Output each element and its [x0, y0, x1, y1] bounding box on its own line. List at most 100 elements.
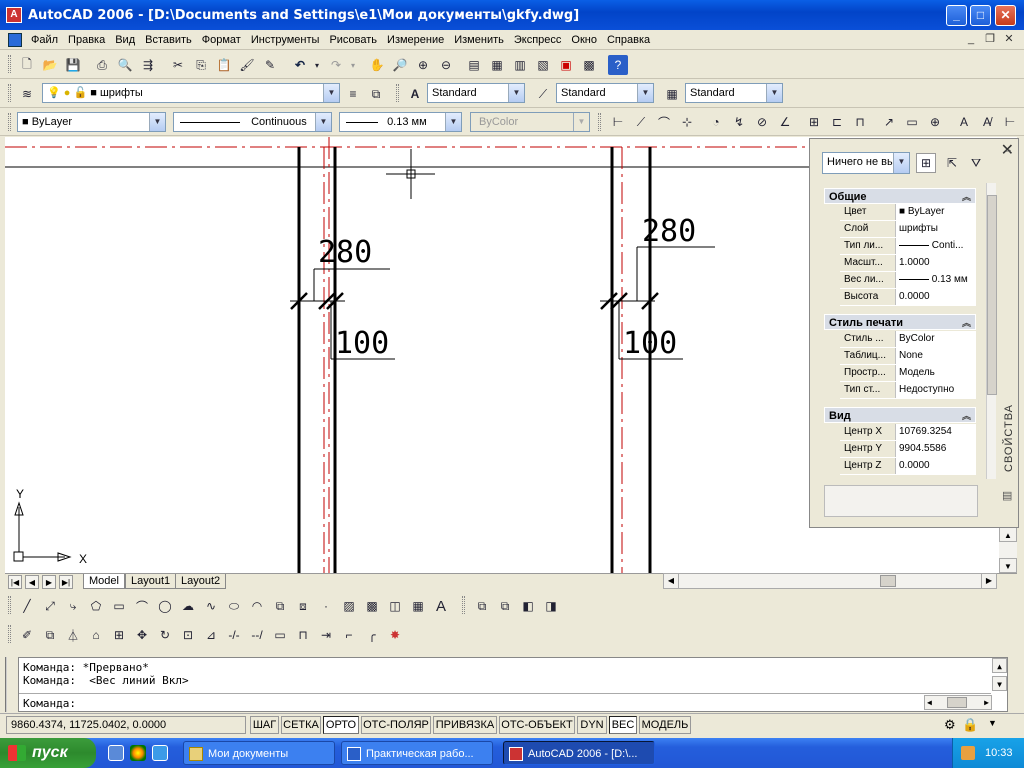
prop-value[interactable]: 0.0000 — [895, 289, 976, 305]
toolbar-grip[interactable] — [8, 596, 11, 614]
polygon-icon[interactable]: ⬠ — [86, 596, 106, 616]
line-icon[interactable]: ╱ — [17, 596, 37, 616]
spline-icon[interactable]: ∿ — [201, 596, 221, 616]
toolbar-grip[interactable] — [462, 596, 465, 614]
doc-close-button[interactable]: ✕ — [1000, 32, 1018, 47]
toolbar-grip[interactable] — [396, 84, 399, 102]
dim-style-icon[interactable]: ⟋ — [533, 84, 553, 104]
command-window-grip[interactable] — [5, 657, 15, 712]
jogged-dim-icon[interactable]: ↯ — [729, 112, 749, 132]
selection-select[interactable]: Ничего не вы ▼ — [822, 152, 910, 174]
toolbar-grip[interactable] — [8, 625, 11, 643]
scroll-right-icon[interactable]: ▶ — [984, 696, 989, 709]
command-scroll-down-icon[interactable]: ▼ — [992, 676, 1007, 691]
section-general[interactable]: Общие ︽ — [824, 188, 976, 204]
sheet-set-icon[interactable]: ▧ — [533, 55, 553, 75]
command-hscroll[interactable]: ◀ ▶ — [924, 695, 992, 710]
prop-value[interactable]: 1.0000 — [895, 255, 976, 271]
text-style-icon[interactable]: A — [405, 84, 425, 104]
multiline-text-icon[interactable]: A — [431, 596, 451, 616]
bring-above-icon[interactable]: ◧ — [518, 596, 538, 616]
toolbar-grip[interactable] — [8, 84, 11, 102]
snap-toggle[interactable]: ШАГ — [250, 716, 279, 734]
menu-edit[interactable]: Правка — [63, 34, 110, 46]
communication-center-icon[interactable]: ⚙ — [944, 717, 956, 733]
network-icon[interactable] — [961, 746, 975, 760]
menu-dimension[interactable]: Измерение — [382, 34, 449, 46]
last-tab-icon[interactable]: ▶| — [59, 575, 73, 589]
dim-style-select[interactable]: Standard ▼ — [556, 83, 654, 103]
prop-row[interactable]: Тип ст... Недоступно — [840, 382, 976, 399]
table-icon[interactable]: ▦ — [408, 596, 428, 616]
center-mark-icon[interactable]: ⊕ — [925, 112, 945, 132]
collapse-icon[interactable]: ︽ — [962, 408, 971, 424]
linear-dim-icon[interactable]: ⊢ — [608, 112, 628, 132]
scroll-up-icon[interactable]: ▲ — [999, 527, 1017, 542]
tab-layout1[interactable]: Layout1 — [125, 574, 177, 589]
toolbar-grip[interactable] — [598, 113, 601, 131]
menu-tools[interactable]: Инструменты — [246, 34, 325, 46]
quick-select-icon[interactable]: ⛛ — [966, 153, 986, 173]
diameter-dim-icon[interactable]: ⊘ — [752, 112, 772, 132]
break-icon[interactable]: ⊓ — [293, 625, 313, 645]
lineweight-toggle[interactable]: ВЕС — [609, 716, 637, 734]
prop-row[interactable]: Высота 0.0000 — [840, 289, 976, 306]
scroll-thumb[interactable] — [947, 697, 967, 708]
menu-help[interactable]: Справка — [602, 34, 655, 46]
prop-row[interactable]: Цвет ■ ByLayer — [840, 204, 976, 221]
linetype-select[interactable]: Continuous ▼ — [173, 112, 332, 132]
prop-row[interactable]: Стиль ... ByColor — [840, 331, 976, 348]
help-icon[interactable]: ? — [608, 55, 628, 75]
maximize-button[interactable]: □ — [970, 5, 991, 26]
redo-dropdown-icon[interactable]: ▾ — [343, 55, 363, 75]
prop-value[interactable]: ByColor — [895, 331, 976, 347]
lock-toolbars-icon[interactable]: 🔒 — [962, 717, 978, 733]
prop-value[interactable]: 0.13 мм — [895, 272, 976, 288]
extend-icon[interactable]: --/ — [247, 625, 267, 645]
ellipse-arc-icon[interactable]: ◠ — [247, 596, 267, 616]
prop-value[interactable]: Conti... — [895, 238, 976, 254]
make-block-icon[interactable]: ⧈ — [293, 596, 313, 616]
ordinate-dim-icon[interactable]: ⊹ — [677, 112, 697, 132]
task-my-documents[interactable]: Мои документы — [183, 741, 335, 765]
table-style-icon[interactable]: ▦ — [662, 84, 682, 104]
quick-dim-icon[interactable]: ⊞ — [804, 112, 824, 132]
clock[interactable]: 10:33 — [985, 747, 1013, 759]
insert-block-icon[interactable]: ⧉ — [270, 596, 290, 616]
task-autocad[interactable]: AutoCAD 2006 - [D:\... — [503, 741, 655, 765]
chevron-down-icon[interactable]: ▼ — [445, 113, 461, 131]
make-layer-current-icon[interactable]: ≡ — [343, 84, 363, 104]
print-preview-icon[interactable]: 🔍 — [115, 55, 135, 75]
move-icon[interactable]: ✥ — [132, 625, 152, 645]
palette-options-icon[interactable]: ▤ — [1002, 489, 1012, 502]
send-under-icon[interactable]: ◨ — [541, 596, 561, 616]
scroll-right-icon[interactable]: ▶ — [981, 574, 996, 588]
dim-edit-icon[interactable]: A — [954, 112, 974, 132]
polyline-icon[interactable]: ⤷ — [63, 596, 83, 616]
gradient-icon[interactable]: ▩ — [362, 596, 382, 616]
radius-dim-icon[interactable]: ◔ — [706, 112, 726, 132]
menu-window[interactable]: Окно — [566, 34, 602, 46]
publish-icon[interactable]: ⇶ — [138, 55, 158, 75]
model-toggle[interactable]: МОДЕЛЬ — [639, 716, 691, 734]
continue-dim-icon[interactable]: ⊓ — [850, 112, 870, 132]
paste-icon[interactable]: 📋 — [214, 55, 234, 75]
tab-model[interactable]: Model — [83, 574, 125, 589]
status-menu-icon[interactable]: ▼ — [988, 718, 997, 728]
polar-toggle[interactable]: ОТС-ПОЛЯР — [361, 716, 431, 734]
zoom-window-icon[interactable]: ⊕ — [413, 55, 433, 75]
prop-row[interactable]: Центр Y 9904.5586 — [840, 441, 976, 458]
prop-value[interactable]: Недоступно — [895, 382, 976, 398]
block-editor-icon[interactable]: ✎ — [260, 55, 280, 75]
color-select[interactable]: ■ ByLayer ▼ — [17, 112, 166, 132]
start-button[interactable]: пуск — [0, 738, 96, 768]
menu-insert[interactable]: Вставить — [140, 34, 197, 46]
scroll-thumb[interactable] — [987, 195, 997, 395]
prop-row[interactable]: Масшт... 1.0000 — [840, 255, 976, 272]
properties-scrollbar[interactable] — [986, 183, 997, 479]
mirror-icon[interactable]: ⏃ — [63, 625, 83, 645]
chevron-down-icon[interactable]: ▼ — [508, 84, 524, 102]
arc-icon[interactable]: ⌒ — [132, 596, 152, 616]
document-icon[interactable] — [8, 32, 22, 47]
section-plot-style[interactable]: Стиль печати ︽ — [824, 314, 976, 330]
